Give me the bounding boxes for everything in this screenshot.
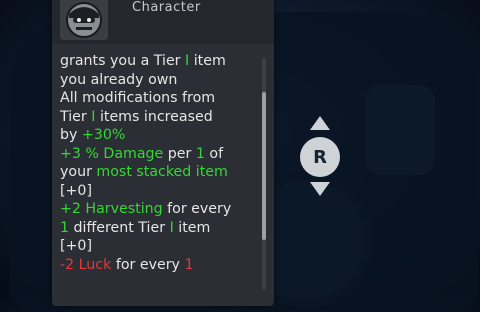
description-segment: [+0] xyxy=(60,182,92,199)
description-segment: of xyxy=(204,145,224,162)
controller-dpad xyxy=(365,85,435,175)
panel-header: Character xyxy=(52,0,274,44)
description-line: by +30% xyxy=(60,126,260,145)
item-type-label: Character xyxy=(132,0,201,15)
description-line: Tier I items increased xyxy=(60,108,260,127)
description-segment: most stacked item xyxy=(96,164,228,180)
description-segment: +30% xyxy=(81,127,126,143)
description-line: All modifications from xyxy=(60,89,260,108)
description-line: your most stacked item xyxy=(60,163,260,182)
arrow-up-icon xyxy=(310,116,330,130)
description-segment: per xyxy=(163,145,196,162)
description-segment: different Tier xyxy=(69,219,170,236)
description-line: you already own xyxy=(60,71,260,90)
description-segment: for every xyxy=(111,256,185,273)
item-description[interactable]: grants you a Tier I item you already own A… xyxy=(60,52,260,274)
description-segment: for every xyxy=(162,201,232,217)
description-segment: grants you a Tier xyxy=(60,53,186,69)
description-line: +3 % Damage per 1 of xyxy=(60,145,260,164)
arrow-down-icon xyxy=(310,182,330,196)
description-line: [+0] xyxy=(60,182,260,201)
description-segment: your xyxy=(60,164,97,180)
description-line: 1 different Tier I item xyxy=(60,219,260,238)
item-panel: Character grants you a Tier I item you al… xyxy=(52,0,274,306)
r-button[interactable]: R xyxy=(300,137,340,177)
description-line: grants you a Tier I item xyxy=(60,52,260,71)
description-segment: items increased xyxy=(95,108,213,125)
description-segment: All modifications from xyxy=(60,90,216,106)
description-segment: +2 Harvesting xyxy=(60,201,163,217)
character-avatar-icon xyxy=(60,0,108,40)
description-line: -2 Luck for every 1 xyxy=(60,256,260,275)
description-segment: 1 xyxy=(60,219,70,236)
description-segment: you already own xyxy=(60,71,178,88)
description-segment: Tier xyxy=(60,108,92,125)
description-segment: 1 xyxy=(195,145,205,162)
description-segment: item xyxy=(173,219,211,236)
description-line: +2 Harvesting for every xyxy=(60,200,260,219)
description-segment: +3 % Damage xyxy=(60,145,164,162)
description-segment: item xyxy=(189,53,226,69)
scrollbar-thumb[interactable] xyxy=(262,92,266,240)
description-segment: [+0] xyxy=(60,238,92,254)
description-segment: 1 xyxy=(184,256,194,273)
description-line: [+0] xyxy=(60,237,260,256)
description-segment: -2 Luck xyxy=(60,256,112,273)
description-segment: by xyxy=(60,127,82,143)
